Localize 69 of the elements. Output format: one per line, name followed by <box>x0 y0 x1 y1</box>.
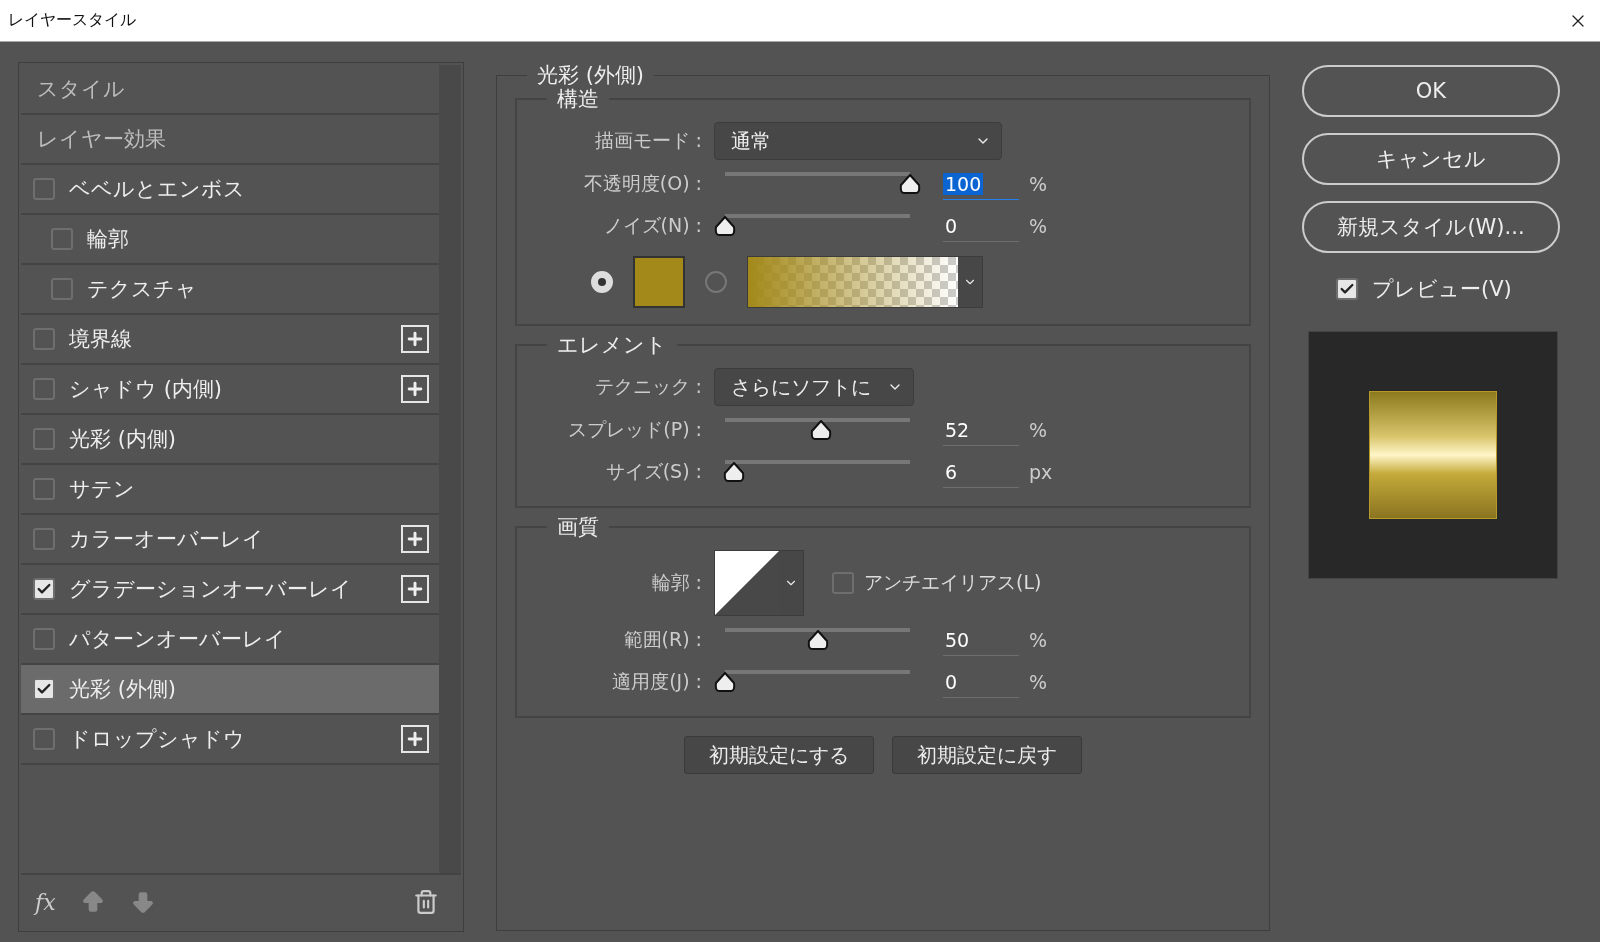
checkbox[interactable] <box>51 228 73 250</box>
window-title: レイヤースタイル <box>8 10 136 31</box>
field-label: テクニック : <box>593 374 702 399</box>
slider-thumb[interactable] <box>723 462 746 482</box>
radio-button[interactable] <box>705 271 727 293</box>
value-field[interactable]: 52 <box>943 414 1019 446</box>
value-field[interactable]: 100 <box>943 168 1019 200</box>
add-button[interactable] <box>401 725 429 753</box>
checkbox[interactable] <box>832 572 854 594</box>
field-label: サイズ(S) : <box>604 459 702 484</box>
checkbox[interactable] <box>33 628 55 650</box>
checkbox[interactable] <box>33 378 55 400</box>
unit-label: % <box>1029 215 1048 237</box>
checkbox[interactable] <box>33 578 55 600</box>
unit-label: % <box>1029 419 1048 441</box>
field-label: 範囲(R) : <box>622 627 702 652</box>
fx-button[interactable]: fx <box>35 889 56 915</box>
default-button[interactable]: 初期設定にする <box>684 736 874 774</box>
unit-label: % <box>1029 671 1048 693</box>
field-label: スプレッド(P) : <box>567 417 702 442</box>
default-button[interactable]: 初期設定に戻す <box>892 736 1082 774</box>
value-field[interactable]: 0 <box>943 666 1019 698</box>
checkbox-label: プレビュー(V) <box>1372 276 1512 303</box>
trash-icon[interactable] <box>413 889 439 915</box>
plus-icon <box>405 729 425 749</box>
checkbox[interactable] <box>33 178 55 200</box>
add-button[interactable] <box>401 375 429 403</box>
unit-label: % <box>1029 629 1048 651</box>
plus-icon <box>405 329 425 349</box>
plus-icon <box>405 579 425 599</box>
unit-label: % <box>1029 173 1048 195</box>
checkbox[interactable] <box>33 328 55 350</box>
value-field[interactable]: 50 <box>943 624 1019 656</box>
slider-thumb[interactable] <box>714 216 736 236</box>
slider-thumb[interactable] <box>714 672 736 692</box>
dialog-button[interactable]: キャンセル <box>1302 133 1560 185</box>
dropdown[interactable]: さらにソフトに <box>714 368 914 406</box>
slider-thumb[interactable] <box>810 420 833 440</box>
checkbox[interactable] <box>33 728 55 750</box>
value-field[interactable]: 6 <box>943 456 1019 488</box>
checkbox[interactable] <box>33 428 55 450</box>
contour-picker[interactable] <box>714 550 804 616</box>
slider-thumb[interactable] <box>806 630 829 650</box>
field-label: 輪郭 : <box>650 570 702 595</box>
checkbox[interactable] <box>33 678 55 700</box>
checkbox-label: アンチエイリアス(L) <box>864 570 1042 595</box>
dialog-button[interactable]: OK <box>1302 65 1560 117</box>
field-label: 描画モード : <box>593 128 702 153</box>
field-label: ノイズ(N) : <box>602 213 702 238</box>
gradient-picker[interactable] <box>747 256 983 308</box>
field-label: 不透明度(O) : <box>582 171 702 196</box>
dropdown[interactable]: 通常 <box>714 122 1002 160</box>
checkbox[interactable] <box>1336 278 1358 300</box>
effect-item[interactable]: 光彩 (外側) <box>21 665 439 715</box>
plus-icon <box>405 379 425 399</box>
dialog-button[interactable]: 新規スタイル(W)... <box>1302 201 1560 253</box>
slider-thumb[interactable] <box>899 174 921 194</box>
field-label: 適用度(J) : <box>611 669 702 694</box>
color-swatch[interactable] <box>633 256 685 308</box>
checkbox[interactable] <box>33 528 55 550</box>
checkbox[interactable] <box>51 278 73 300</box>
plus-icon <box>405 529 425 549</box>
section-title: 画質 <box>547 513 609 541</box>
add-button[interactable] <box>401 325 429 353</box>
unit-label: px <box>1029 461 1053 483</box>
add-button[interactable] <box>401 575 429 603</box>
checkbox[interactable] <box>33 478 55 500</box>
value-field[interactable]: 0 <box>943 210 1019 242</box>
add-button[interactable] <box>401 525 429 553</box>
